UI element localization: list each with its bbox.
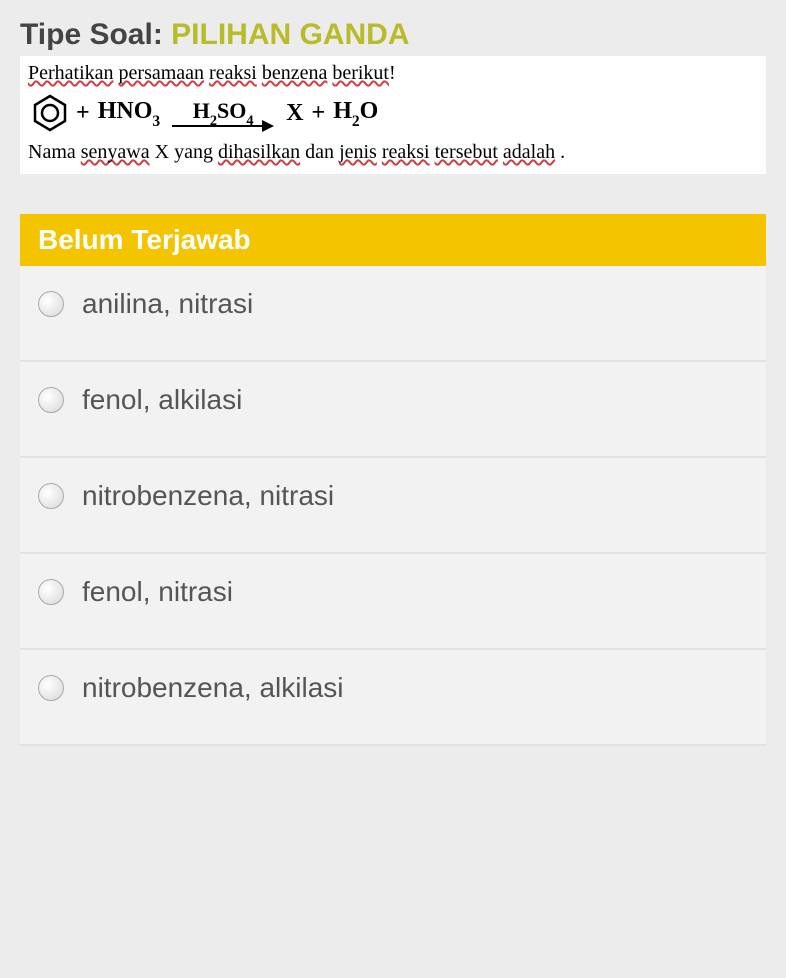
radio-icon[interactable] <box>38 387 64 413</box>
options-list: anilina, nitrasi fenol, alkilasi nitrobe… <box>20 266 766 746</box>
answer-status: Belum Terjawab <box>20 214 766 266</box>
plus-2: + <box>312 100 326 127</box>
plus-1: + <box>76 100 90 127</box>
question-line-2: Nama senyawa X yang dihasilkan dan jenis… <box>28 141 758 164</box>
option-label: nitrobenzena, nitrasi <box>82 480 334 512</box>
option-a[interactable]: anilina, nitrasi <box>20 266 766 362</box>
question-type-header: Tipe Soal: PILIHAN GANDA <box>0 0 786 56</box>
qtype-label: Tipe Soal: <box>20 18 163 51</box>
option-label: anilina, nitrasi <box>82 288 253 320</box>
benzene-icon <box>32 93 68 133</box>
qtype-value: PILIHAN GANDA <box>171 18 409 51</box>
question-line-1: Perhatikan persamaan reaksi benzena beri… <box>28 62 758 85</box>
reagent-hno3: HNO3 <box>98 98 160 129</box>
option-c[interactable]: nitrobenzena, nitrasi <box>20 458 766 554</box>
option-label: fenol, alkilasi <box>82 384 242 416</box>
option-label: fenol, nitrasi <box>82 576 233 608</box>
question-content: Perhatikan persamaan reaksi benzena beri… <box>20 56 766 174</box>
product-x: X <box>286 100 303 127</box>
radio-icon[interactable] <box>38 291 64 317</box>
catalyst-h2so4: H2SO4 <box>193 100 254 127</box>
option-b[interactable]: fenol, alkilasi <box>20 362 766 458</box>
option-label: nitrobenzena, alkilasi <box>82 672 344 704</box>
option-e[interactable]: nitrobenzena, alkilasi <box>20 650 766 746</box>
product-h2o: H2O <box>333 98 378 129</box>
radio-icon[interactable] <box>38 675 64 701</box>
radio-icon[interactable] <box>38 483 64 509</box>
radio-icon[interactable] <box>38 579 64 605</box>
reaction-equation: + HNO3 H2SO4 X + H2O <box>28 85 758 141</box>
reaction-arrow: H2SO4 <box>168 94 278 133</box>
option-d[interactable]: fenol, nitrasi <box>20 554 766 650</box>
